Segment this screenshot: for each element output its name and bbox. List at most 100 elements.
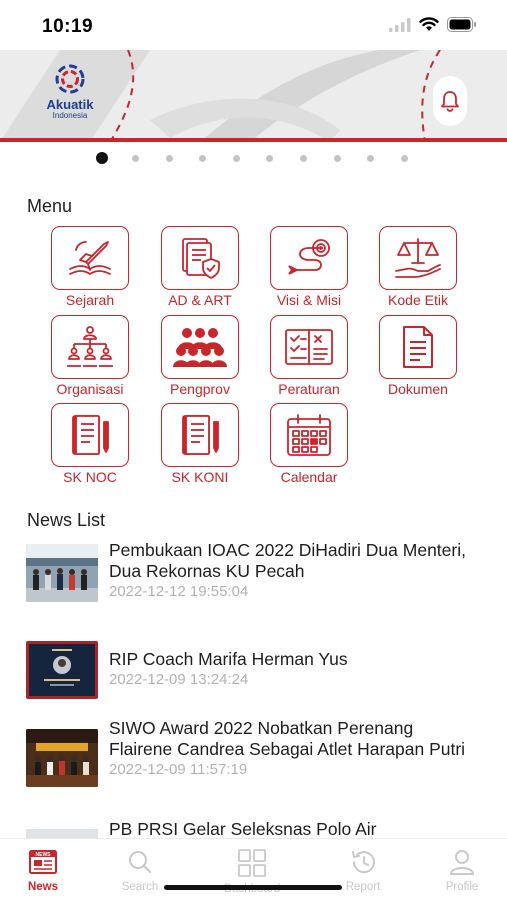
news-thumbnail[interactable] xyxy=(26,544,98,602)
news-date: 2022-12-09 11:57:19 xyxy=(109,761,248,778)
history-icon xyxy=(352,851,375,874)
logo-emblem-icon xyxy=(55,64,85,94)
menu-label: Kode Etik xyxy=(388,292,448,308)
menu-icon-box[interactable] xyxy=(161,403,239,467)
pager-dot[interactable] xyxy=(367,154,375,162)
nav-tab-profile[interactable]: Profile xyxy=(427,849,497,893)
pager-dot[interactable] xyxy=(266,154,274,162)
menu-label: Peraturan xyxy=(278,381,340,397)
menu-label: SK KONI xyxy=(171,469,229,485)
calendar-icon xyxy=(287,414,331,456)
menu-icon-box[interactable] xyxy=(270,315,348,379)
battery-icon xyxy=(447,17,476,32)
nav-tab-news[interactable]: NEWS News xyxy=(8,849,78,893)
notification-button[interactable] xyxy=(433,76,467,126)
logo-name: Akuatik xyxy=(46,97,94,112)
document-icon xyxy=(403,326,433,368)
header-banner: Akuatik Indonesia xyxy=(0,50,507,142)
menu-item-sejarah[interactable]: Sejarah xyxy=(50,226,130,308)
news-text: RIP Coach Marifa Herman Yus 2022-12-09 1… xyxy=(109,649,479,688)
search-icon xyxy=(129,851,151,873)
banner-pager xyxy=(96,152,434,164)
grid-icon xyxy=(238,849,266,877)
news-thumbnail[interactable] xyxy=(26,729,98,787)
menu-icon-box[interactable] xyxy=(161,226,239,290)
news-thumbnail[interactable] xyxy=(26,641,98,699)
pager-dot[interactable] xyxy=(165,154,173,162)
target-icon xyxy=(288,239,330,275)
menu-item-sk-noc[interactable]: SK NOC xyxy=(50,403,130,485)
menu-icon-box[interactable] xyxy=(270,403,348,467)
news-title[interactable]: Pembukaan IOAC 2022 DiHadiri Dua Menteri… xyxy=(109,540,479,582)
menu-label: SK NOC xyxy=(63,469,117,485)
status-time: 10:19 xyxy=(42,16,94,37)
menu-icon-box[interactable] xyxy=(51,315,129,379)
signal-icon xyxy=(389,17,411,32)
menu-label: Sejarah xyxy=(65,292,115,308)
menu-label: Pengprov xyxy=(170,381,230,397)
pager-dot[interactable] xyxy=(132,154,139,162)
news-list-title: News List xyxy=(27,510,106,530)
bell-icon xyxy=(441,91,459,112)
banner-accent-line xyxy=(0,138,507,142)
news-photo-image xyxy=(26,729,98,787)
menu-label: Dokumen xyxy=(388,381,448,397)
pager-dot[interactable] xyxy=(333,154,341,162)
menu-item-calendar[interactable]: Calendar xyxy=(269,403,349,485)
pager-dot[interactable] xyxy=(199,154,207,162)
logo-subtitle: Indonesia xyxy=(52,111,88,120)
group-icon xyxy=(173,328,227,367)
svg-text:NEWS: NEWS xyxy=(36,852,52,858)
status-bar: 10:19 xyxy=(0,0,507,50)
pager-dot-active[interactable] xyxy=(96,152,108,164)
checklist-icon xyxy=(285,329,333,365)
pager-dot[interactable] xyxy=(232,154,240,162)
menu-icon-box[interactable] xyxy=(51,403,129,467)
news-date: 2022-12-09 13:24:24 xyxy=(109,671,249,688)
scales-icon xyxy=(395,238,441,278)
news-photo-image xyxy=(26,544,98,602)
wifi-icon xyxy=(419,17,439,31)
menu-icon-box[interactable] xyxy=(379,226,457,290)
nav-label: News xyxy=(27,881,59,893)
user-icon xyxy=(449,850,475,875)
news-text: PB PRSI Gelar Seleksnas Polo Air xyxy=(109,819,479,840)
rocket-book-icon xyxy=(69,241,111,275)
menu-icon-box[interactable] xyxy=(379,315,457,379)
menu-item-kode-etik[interactable]: Kode Etik xyxy=(378,226,458,308)
menu-icon-box[interactable] xyxy=(270,226,348,290)
menu-item-sk-koni[interactable]: SK KONI xyxy=(160,403,240,485)
notebook-pen-icon xyxy=(72,415,109,455)
news-title[interactable]: SIWO Award 2022 Nobatkan Perenang Flaire… xyxy=(109,718,479,760)
status-icons xyxy=(389,17,477,32)
menu-item-organisasi[interactable]: Organisasi xyxy=(50,315,130,397)
menu-label: AD & ART xyxy=(168,292,232,308)
home-indicator[interactable] xyxy=(164,885,342,890)
news-title[interactable]: RIP Coach Marifa Herman Yus xyxy=(109,649,479,670)
menu-icon-box[interactable] xyxy=(51,226,129,290)
news-title[interactable]: PB PRSI Gelar Seleksnas Polo Air xyxy=(109,819,479,840)
menu-item-visi-misi[interactable]: Visi & Misi xyxy=(269,226,349,308)
akuatik-logo: Akuatik Indonesia xyxy=(38,64,102,120)
menu-item-ad-art[interactable]: AD & ART xyxy=(160,226,240,308)
menu-title: Menu xyxy=(27,196,73,216)
menu-item-pengprov[interactable]: Pengprov xyxy=(160,315,240,397)
menu-label: Organisasi xyxy=(56,381,124,397)
menu-label: Visi & Misi xyxy=(276,292,342,308)
nav-label: Profile xyxy=(445,881,479,893)
menu-item-dokumen[interactable]: Dokumen xyxy=(378,315,458,397)
pager-dot[interactable] xyxy=(299,154,307,162)
bottom-navigation: NEWS News Search Dashboard Report xyxy=(0,838,507,900)
news-date: 2022-12-12 19:55:04 xyxy=(109,583,249,600)
org-chart-icon xyxy=(67,326,113,367)
news-photo-image xyxy=(26,641,98,699)
menu-icon-box[interactable] xyxy=(161,315,239,379)
news-text: Pembukaan IOAC 2022 DiHadiri Dua Menteri… xyxy=(109,540,479,600)
newspaper-icon: NEWS xyxy=(29,850,57,874)
document-shield-icon xyxy=(182,238,220,279)
menu-item-peraturan[interactable]: Peraturan xyxy=(269,315,349,397)
news-text: SIWO Award 2022 Nobatkan Perenang Flaire… xyxy=(109,718,479,778)
menu-label: Calendar xyxy=(280,469,338,485)
pager-dot[interactable] xyxy=(400,154,408,162)
notebook-pen-icon xyxy=(182,415,219,455)
